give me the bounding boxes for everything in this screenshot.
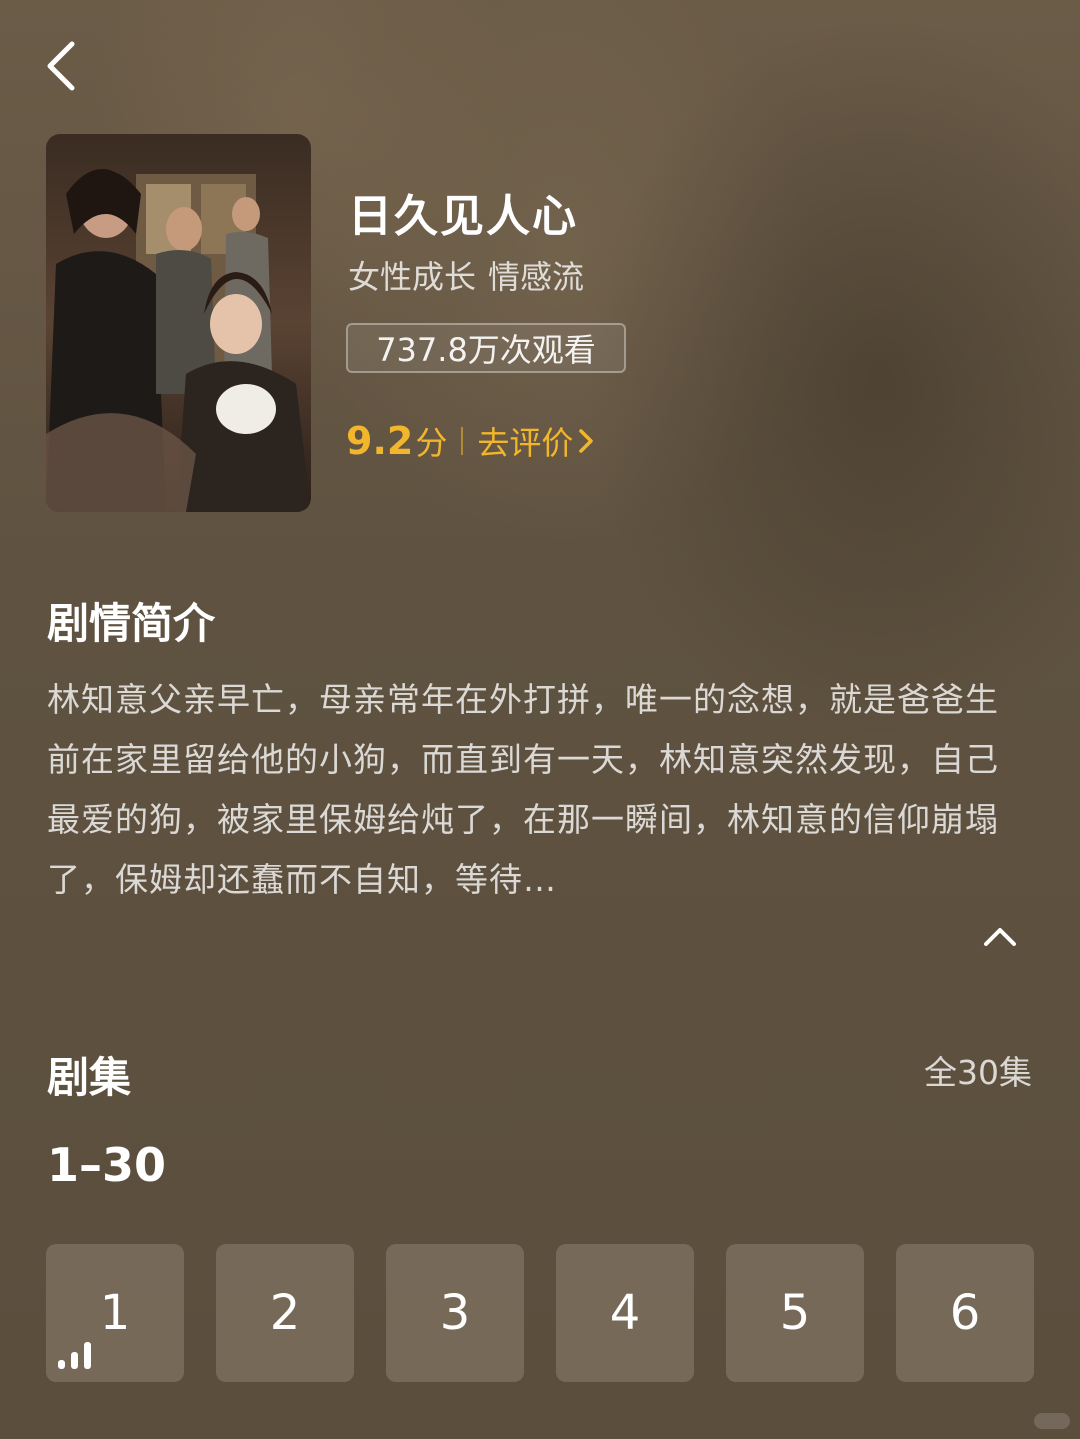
episode-button[interactable]: 5 xyxy=(726,1244,864,1382)
episode-button[interactable]: 1 xyxy=(46,1244,184,1382)
rating-row: 9.2 分 去评价 xyxy=(346,418,599,464)
rating-score: 9.2 xyxy=(346,419,414,463)
collapse-button[interactable] xyxy=(978,918,1022,954)
episode-total[interactable]: 全30集 xyxy=(924,1046,1032,1094)
episode-number: 6 xyxy=(949,1285,981,1341)
genre-tag: 女性成长 xyxy=(348,258,477,296)
chevron-up-icon xyxy=(984,928,1016,946)
synopsis-text: 林知意父亲早亡，母亲常年在外打拼，唯一的念想，就是爸爸生前在家里留给他的小狗，而… xyxy=(47,680,999,899)
synopsis-heading: 剧情简介 xyxy=(47,599,216,648)
chevron-left-icon xyxy=(47,41,75,91)
episode-number: 3 xyxy=(439,1285,471,1341)
drama-title: 日久见人心 xyxy=(348,191,578,242)
genre-tag: 情感流 xyxy=(488,258,585,296)
chevron-right-icon xyxy=(579,429,594,453)
episodes-heading: 剧集 xyxy=(47,1053,132,1102)
poster[interactable] xyxy=(46,134,311,512)
episode-range-tab[interactable]: 1–30 xyxy=(47,1138,166,1192)
playing-bars-icon xyxy=(58,1342,91,1369)
back-button[interactable] xyxy=(30,30,100,100)
rate-button[interactable]: 去评价 xyxy=(477,418,599,464)
watermark xyxy=(1034,1413,1070,1429)
poster-image xyxy=(46,134,311,512)
episode-grid: 1 2 3 4 5 6 xyxy=(46,1244,1034,1382)
rate-label: 去评价 xyxy=(477,424,574,462)
divider xyxy=(461,427,464,455)
episode-number: 1 xyxy=(99,1285,131,1341)
episode-button[interactable]: 6 xyxy=(896,1244,1034,1382)
view-count-badge: 737.8万次观看 xyxy=(346,323,626,373)
episode-button[interactable]: 2 xyxy=(216,1244,354,1382)
episode-button[interactable]: 3 xyxy=(386,1244,524,1382)
rating-unit: 分 xyxy=(415,424,448,462)
episode-button[interactable]: 4 xyxy=(556,1244,694,1382)
episode-number: 4 xyxy=(609,1285,641,1341)
genre-tags: 女性成长 情感流 xyxy=(348,252,596,298)
episode-number: 5 xyxy=(779,1285,811,1341)
episode-number: 2 xyxy=(269,1285,301,1341)
